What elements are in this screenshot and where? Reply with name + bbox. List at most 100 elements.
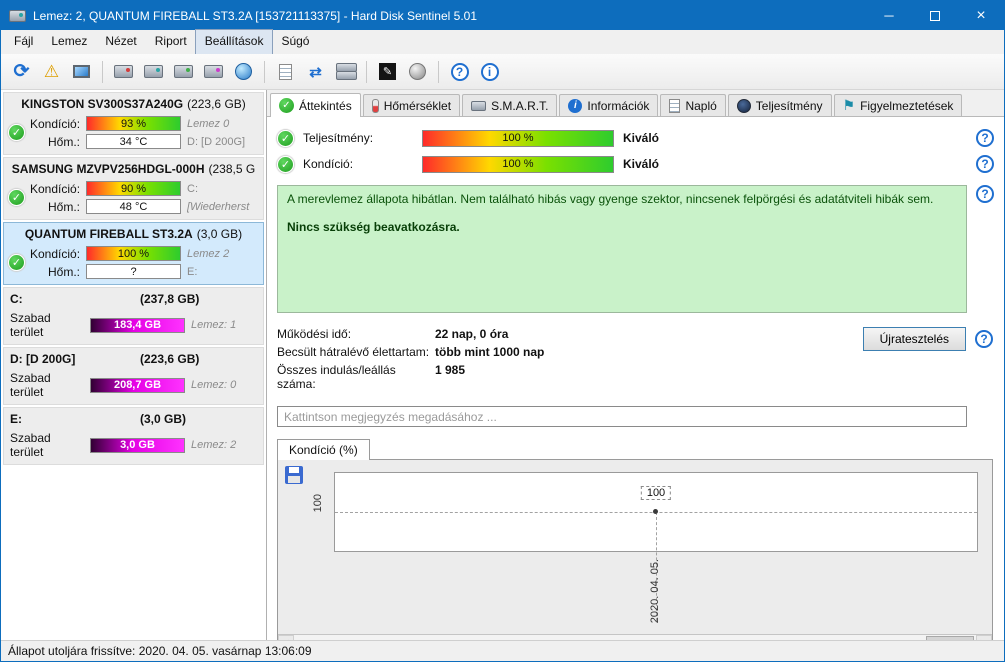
partition-item-e[interactable]: E: (3,0 GB) Szabad terület 3,0 GB Lemez:… — [3, 407, 264, 465]
free-space-value: 3,0 GB — [120, 439, 155, 451]
scroll-left-button[interactable]: ◀ — [278, 635, 294, 640]
scrollbar-thumb[interactable] — [926, 636, 974, 640]
disk-number-label: Lemez 2 — [187, 247, 230, 260]
tab-overview[interactable]: ✓ Áttekintés — [270, 93, 361, 117]
document-icon — [669, 98, 681, 113]
disk-tools-button-3[interactable] — [170, 58, 197, 85]
temperature-label: Hőm.: — [47, 264, 80, 279]
warning-icon: ⚠ — [43, 61, 60, 81]
disk-tools-button-2[interactable] — [140, 58, 167, 85]
help-button[interactable]: ? — [446, 58, 473, 85]
stat-start-stop-count: Összes indulás/leállás száma: 1 985 — [277, 363, 863, 391]
menu-view[interactable]: Nézet — [96, 30, 145, 54]
scrollbar-track[interactable] — [294, 635, 976, 640]
toolbar: ⟳ ⚠ ⇄ ✎ ? i — [1, 54, 1004, 90]
report-button[interactable] — [272, 58, 299, 85]
disk-number-label: Lemez: 2 — [191, 439, 237, 451]
stats-section: Működési idő: 22 nap, 0 óra Becsült hátr… — [277, 323, 994, 395]
disk-item-kingston[interactable]: KINGSTON SV300S37A240G (223,6 GB) ✓ Kondí… — [3, 92, 264, 155]
sync-button[interactable]: ⇄ — [302, 58, 329, 85]
partition-item-d[interactable]: D: [D 200G] (223,6 GB) Szabad terület 20… — [3, 347, 264, 405]
free-space-label: Szabad terület — [10, 371, 51, 399]
scroll-right-button[interactable]: ▶ — [976, 635, 992, 640]
menu-report[interactable]: Riport — [146, 30, 196, 54]
main-area: KINGSTON SV300S37A240G (223,6 GB) ✓ Kondí… — [1, 90, 1004, 640]
comment-input[interactable] — [277, 406, 967, 427]
disk-icon — [471, 100, 487, 111]
info-icon: i — [480, 62, 499, 81]
tab-smart[interactable]: S.M.A.R.T. — [462, 94, 558, 116]
tab-temperature[interactable]: Hőmérséklet — [362, 94, 461, 116]
close-button[interactable]: × — [958, 1, 1004, 30]
condition-rating: Kiváló — [623, 157, 660, 171]
disk-size: (3,0 GB) — [196, 227, 243, 241]
retest-help-button[interactable]: ? — [975, 330, 993, 348]
condition-value: 90 % — [120, 182, 147, 195]
monitor-button[interactable] — [68, 58, 95, 85]
maximize-button[interactable] — [912, 1, 958, 30]
disk-item-samsung[interactable]: SAMSUNG MZVPV256HDGL-000H (238,5 G ✓ Kond… — [3, 157, 264, 220]
overview-panel: ✓ Teljesítmény: 100 % Kiváló ? ✓ Kondíci… — [267, 117, 1004, 640]
partition-item-c[interactable]: C: (237,8 GB) Szabad terület 183,4 GB Le… — [3, 287, 264, 345]
tab-log[interactable]: Napló — [660, 94, 726, 116]
disk-tools-button-4[interactable] — [200, 58, 227, 85]
stat-estimated-lifetime: Becsült hátralévő élettartam: több mint … — [277, 345, 863, 359]
statusbar: Állapot utoljára frissítve: 2020. 04. 05… — [1, 640, 1004, 661]
retest-area: Újratesztelés ? — [862, 327, 993, 351]
health-help-button[interactable]: ? — [976, 185, 994, 203]
condition-label: Kondíció: — [303, 157, 354, 171]
info-button[interactable]: i — [476, 58, 503, 85]
minimize-button[interactable]: ─ — [866, 1, 912, 30]
tab-label: Napló — [685, 98, 717, 113]
menu-disk[interactable]: Lemez — [42, 30, 96, 54]
performance-value: 100 % — [502, 132, 534, 144]
performance-help-button[interactable]: ? — [976, 129, 994, 147]
menu-help[interactable]: Súgó — [272, 30, 318, 54]
disk-icon — [144, 65, 163, 78]
condition-chart-panel: 100 100 2020. 04. 05. ◀ ▶ — [277, 459, 993, 640]
globe-icon — [235, 63, 252, 80]
free-space-bar: 183,4 GB — [90, 317, 185, 333]
disk-status-ok-icon: ✓ — [8, 124, 25, 141]
chart-scrollbar[interactable]: ◀ ▶ — [278, 634, 992, 640]
disk-stack-button[interactable] — [332, 58, 359, 85]
menu-file[interactable]: Fájl — [5, 30, 42, 54]
refresh-button[interactable]: ⟳ — [8, 58, 35, 85]
surface-test-icon: ✎ — [379, 63, 396, 80]
maximize-icon — [930, 10, 940, 21]
disk-number-label: Lemez: 1 — [191, 319, 237, 331]
disk-header: QUANTUM FIREBALL ST3.2A (3,0 GB) — [8, 225, 259, 243]
minimize-icon: ─ — [884, 8, 894, 23]
temperature-value: 48 °C — [119, 200, 148, 213]
condition-help-button[interactable]: ? — [976, 155, 994, 173]
retest-button[interactable]: Újratesztelés — [862, 327, 966, 351]
stat-label: Becsült hátralévő élettartam: — [277, 345, 430, 359]
disk-size: (223,6 GB) — [187, 97, 246, 111]
warning-button[interactable]: ⚠ — [38, 58, 65, 85]
chart-tab-condition[interactable]: Kondíció (%) — [277, 439, 370, 460]
save-chart-button[interactable] — [285, 466, 303, 484]
tab-alerts[interactable]: ⚑ Figyelmeztetések — [833, 94, 963, 116]
titlebar: Lemez: 2, QUANTUM FIREBALL ST3.2A [15372… — [1, 1, 1004, 30]
monitor-icon — [73, 65, 90, 78]
thermometer-icon — [371, 98, 379, 113]
surface-test-button[interactable]: ✎ — [374, 58, 401, 85]
volume-label: [Wiederherst — [187, 200, 250, 213]
menu-settings[interactable]: Beállítások — [194, 29, 274, 55]
condition-row: ✓ Kondíció: 100 % Kiváló ? — [277, 155, 994, 173]
online-button[interactable] — [230, 58, 257, 85]
disk-item-quantum-selected[interactable]: QUANTUM FIREBALL ST3.2A (3,0 GB) ✓ Kondíc… — [3, 222, 264, 285]
condition-label: Kondíció: — [30, 116, 81, 131]
tab-information[interactable]: i Információk — [559, 94, 659, 116]
tab-label: Információk — [587, 98, 650, 113]
tab-performance[interactable]: Teljesítmény — [727, 94, 832, 116]
disk-tools-button-1[interactable] — [110, 58, 137, 85]
stat-label: Működési idő: — [277, 327, 352, 341]
disk-name: KINGSTON SV300S37A240G — [21, 97, 184, 111]
toolbar-separator — [264, 60, 265, 83]
close-icon: × — [976, 6, 986, 24]
sphere-button[interactable] — [404, 58, 431, 85]
condition-bar: 100 % — [86, 246, 181, 261]
chart-data-point — [653, 509, 658, 514]
comment-section — [277, 406, 994, 427]
